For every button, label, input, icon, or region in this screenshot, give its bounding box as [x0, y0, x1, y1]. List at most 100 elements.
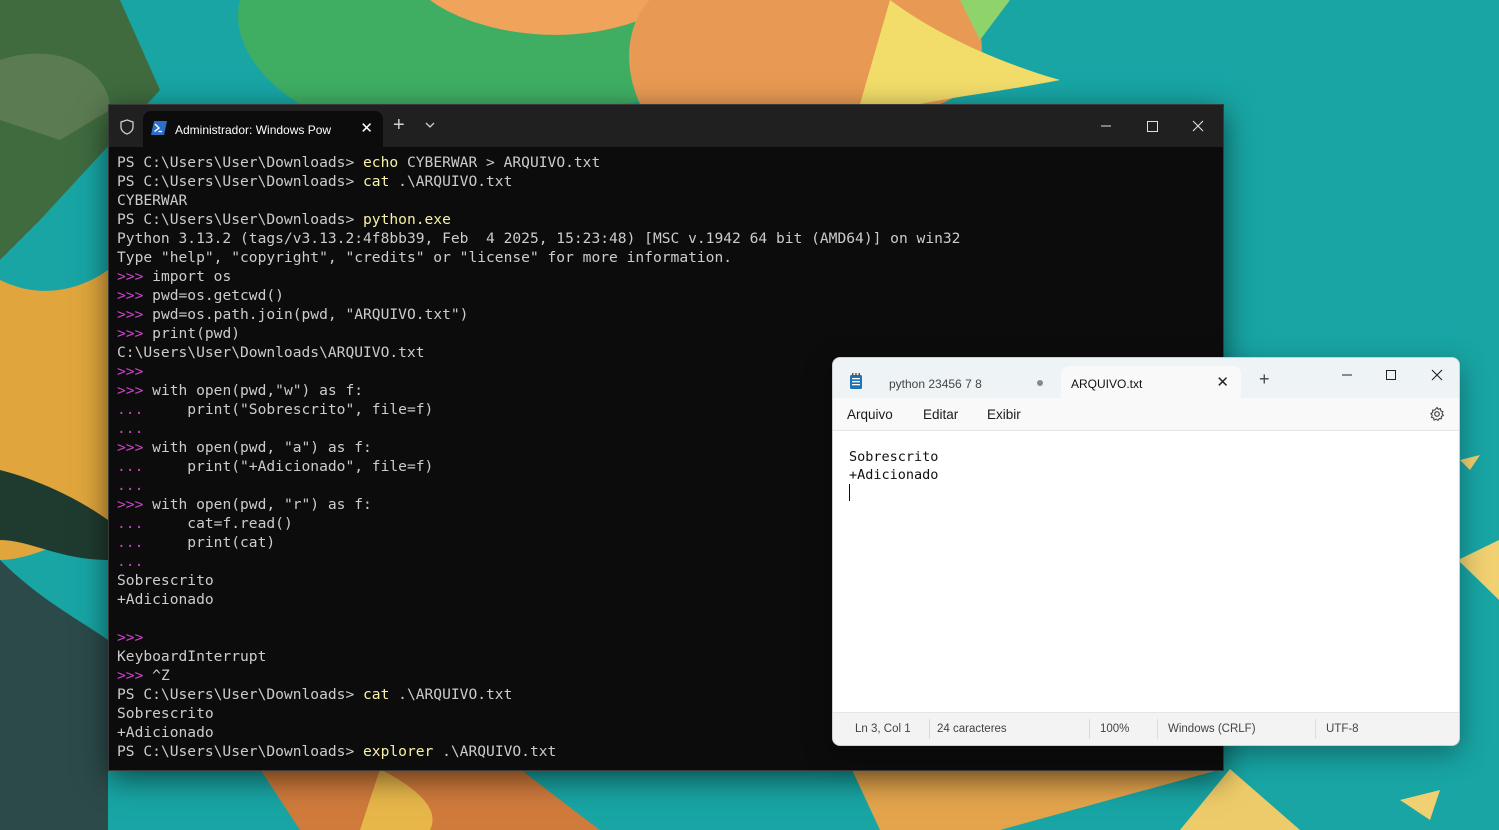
terminal-text-segment: >>> [117, 287, 153, 304]
status-position: Ln 3, Col 1 [855, 723, 911, 735]
text-caret [849, 484, 850, 501]
unsaved-dot-icon [1037, 380, 1043, 386]
terminal-text-segment: >>> [117, 496, 153, 513]
new-tab-button[interactable]: + [1259, 370, 1270, 388]
terminal-line: >>> import os [117, 267, 1215, 286]
menu-edit[interactable]: Editar [923, 407, 958, 422]
terminal-text-segment: cat [363, 686, 390, 703]
terminal-text-segment: >>> [117, 439, 153, 456]
close-button[interactable] [1419, 364, 1455, 386]
tab1-title: python 23456 7 8 [889, 377, 982, 391]
tab-arquivo[interactable]: ARQUIVO.txt ✕ [1061, 366, 1241, 398]
terminal-text-segment: cat=f.read() [187, 515, 293, 532]
terminal-text-segment: >>> [117, 306, 153, 323]
terminal-text-segment: pwd=os.getcwd() [152, 287, 284, 304]
terminal-text-segment: Sobrescrito [117, 572, 214, 589]
minimize-button[interactable] [1084, 113, 1128, 139]
maximize-button[interactable] [1373, 364, 1409, 386]
terminal-text-segment: echo [363, 154, 399, 171]
terminal-text-segment: explorer [363, 743, 434, 760]
terminal-text-segment: ... [117, 401, 188, 418]
terminal-text-segment: ... [117, 420, 144, 437]
terminal-text-segment: .\ARQUIVO.txt [389, 686, 513, 703]
terminal-line: PS C:\Users\User\Downloads> echo CYBERWA… [117, 153, 1215, 172]
terminal-text-segment: print(cat) [187, 534, 276, 551]
terminal-text-segment: with open(pwd, "r") as f: [152, 496, 372, 513]
menu-bar: Arquivo Editar Exibir [833, 398, 1459, 431]
terminal-text-segment: with open(pwd,"w") as f: [152, 382, 364, 399]
terminal-text-segment: PS C:\Users\User\Downloads> [117, 211, 364, 228]
terminal-text-segment: import os [152, 268, 232, 285]
terminal-text-segment: CYBERWAR > ARQUIVO.txt [398, 154, 601, 171]
terminal-text-segment: PS C:\Users\User\Downloads> [117, 743, 364, 760]
terminal-text-segment: Python 3.13.2 (tags/v3.13.2:4f8bb39, Feb… [117, 230, 961, 247]
status-line-ending[interactable]: Windows (CRLF) [1168, 723, 1256, 735]
menu-file[interactable]: Arquivo [847, 407, 893, 422]
status-divider [929, 719, 930, 739]
terminal-text-segment: print("+Adicionado", file=f) [187, 458, 434, 475]
gear-icon[interactable] [1429, 406, 1445, 422]
shield-icon [120, 119, 134, 135]
terminal-text-segment: .\ARQUIVO.txt [389, 173, 513, 190]
terminal-text-segment: >>> [117, 363, 144, 380]
terminal-text-segment: Type "help", "copyright", "credits" or "… [117, 249, 733, 266]
terminal-text-segment: ... [117, 515, 188, 532]
terminal-text-segment: >>> [117, 325, 153, 342]
close-tab-icon[interactable]: ✕ [1216, 373, 1229, 391]
terminal-text-segment: print("Sobrescrito", file=f) [187, 401, 434, 418]
close-tab-icon[interactable]: ✕ [360, 119, 373, 137]
tab2-title: ARQUIVO.txt [1071, 377, 1143, 391]
chevron-down-icon[interactable] [425, 121, 435, 129]
new-tab-button[interactable]: + [393, 115, 405, 135]
terminal-text-segment: with open(pwd, "a") as f: [152, 439, 372, 456]
terminal-text-segment: ... [117, 477, 144, 494]
terminal-line: >>> pwd=os.getcwd() [117, 286, 1215, 305]
terminal-text-segment: PS C:\Users\User\Downloads> [117, 686, 364, 703]
close-button[interactable] [1176, 113, 1220, 139]
status-bar: Ln 3, Col 1 24 caracteres 100% Windows (… [833, 712, 1459, 745]
terminal-text-segment: >>> [117, 268, 153, 285]
tab-python-file[interactable]: python 23456 7 8 [877, 364, 1055, 398]
terminal-text-segment: print(pwd) [152, 325, 241, 342]
terminal-text-segment: ... [117, 534, 188, 551]
minimize-button[interactable] [1329, 364, 1365, 386]
terminal-text-segment: PS C:\Users\User\Downloads> [117, 173, 364, 190]
terminal-titlebar[interactable]: Administrador: Windows Pow ✕ + [109, 105, 1223, 147]
status-encoding[interactable]: UTF-8 [1326, 723, 1359, 735]
terminal-text-segment: >>> [117, 667, 153, 684]
status-zoom[interactable]: 100% [1100, 723, 1129, 735]
terminal-text-segment: Sobrescrito [117, 705, 214, 722]
notepad-icon [850, 373, 862, 389]
terminal-text-segment: ... [117, 553, 144, 570]
powershell-icon [151, 121, 167, 135]
terminal-text-segment: ^Z [152, 667, 170, 684]
status-divider [1089, 719, 1090, 739]
terminal-text-segment: +Adicionado [117, 591, 214, 608]
terminal-text-segment: pwd=os.path.join(pwd, "ARQUIVO.txt") [152, 306, 469, 323]
terminal-line: Type "help", "copyright", "credits" or "… [117, 248, 1215, 267]
terminal-line: Python 3.13.2 (tags/v3.13.2:4f8bb39, Feb… [117, 229, 1215, 248]
terminal-text-segment: >>> [117, 629, 144, 646]
terminal-line: PS C:\Users\User\Downloads> python.exe [117, 210, 1215, 229]
editor-content: Sobrescrito +Adicionado [849, 449, 939, 483]
terminal-text-segment: C:\Users\User\Downloads\ARQUIVO.txt [117, 344, 425, 361]
terminal-text-segment: PS C:\Users\User\Downloads> [117, 154, 364, 171]
notepad-window: python 23456 7 8 ARQUIVO.txt ✕ + Arquivo… [832, 357, 1460, 746]
maximize-button[interactable] [1130, 113, 1174, 139]
text-editor[interactable]: Sobrescrito +Adicionado [833, 431, 1459, 713]
terminal-text-segment: .\ARQUIVO.txt [433, 743, 557, 760]
terminal-text-segment: CYBERWAR [117, 192, 188, 209]
notepad-titlebar[interactable]: python 23456 7 8 ARQUIVO.txt ✕ + [833, 358, 1459, 398]
terminal-text-segment: >>> [117, 382, 153, 399]
terminal-line: >>> pwd=os.path.join(pwd, "ARQUIVO.txt") [117, 305, 1215, 324]
terminal-line: >>> print(pwd) [117, 324, 1215, 343]
terminal-line: PS C:\Users\User\Downloads> cat .\ARQUIV… [117, 172, 1215, 191]
status-chars: 24 caracteres [937, 723, 1007, 735]
status-divider [1157, 719, 1158, 739]
tab-powershell[interactable]: Administrador: Windows Pow ✕ [143, 111, 383, 147]
status-divider [1315, 719, 1316, 739]
tab-title: Administrador: Windows Pow [175, 123, 332, 137]
menu-view[interactable]: Exibir [987, 407, 1021, 422]
terminal-text-segment: cat [363, 173, 390, 190]
terminal-text-segment: KeyboardInterrupt [117, 648, 267, 665]
